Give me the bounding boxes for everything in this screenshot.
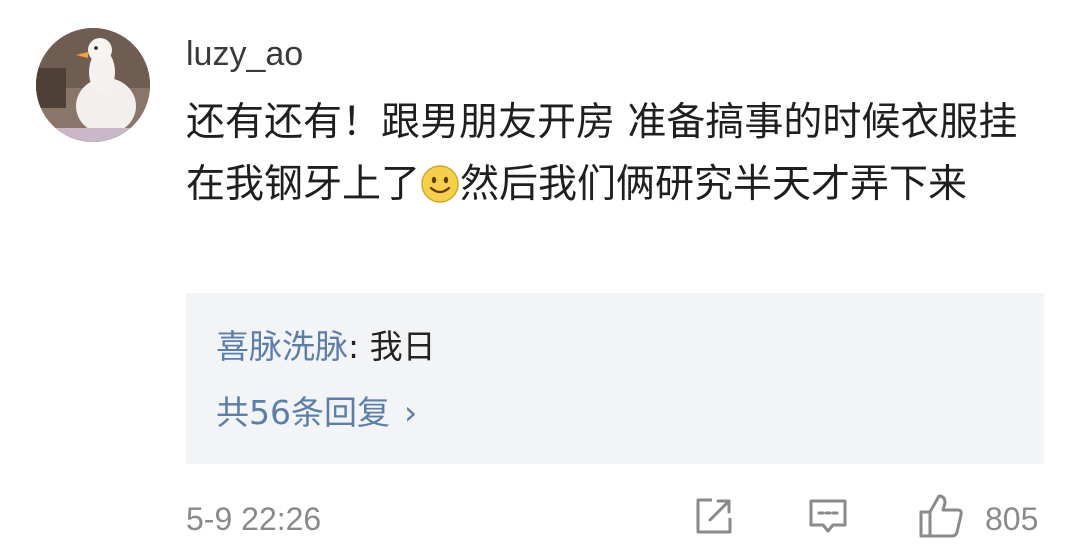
share-icon (696, 498, 732, 534)
comment-text-part2: 然后我们俩研究半天才弄下来 (460, 162, 968, 207)
reply-separator: : (348, 327, 370, 366)
comment-timestamp: 5-9 22:26 (186, 501, 322, 537)
like-count: 805 (985, 501, 1039, 537)
reply-text: 我日 (369, 327, 436, 366)
comment-username[interactable]: luzy_ao (186, 30, 303, 78)
reply-preview-box[interactable]: 喜脉洗脉: 我日 共56条回复 › (186, 293, 1044, 464)
share-button[interactable] (692, 494, 736, 542)
like-button[interactable] (917, 492, 965, 544)
reply-count-label: 共56条回复 (216, 393, 390, 432)
chevron-right-icon: › (404, 393, 418, 432)
view-all-replies-link[interactable]: 共56条回复 › (216, 391, 417, 435)
avatar[interactable] (36, 28, 150, 142)
comment-button[interactable] (806, 494, 850, 542)
duck-avatar-image (36, 28, 150, 142)
reply-author-link[interactable]: 喜脉洗脉 (216, 327, 348, 366)
smile-emoji-icon (420, 161, 460, 203)
comment-text: 还有还有！跟男朋友开房 准备搞事的时候衣服挂在我钢牙上了 然后我们俩研究半天才弄… (186, 92, 1046, 216)
comment-icon (809, 499, 847, 533)
thumbs-up-icon (919, 494, 963, 538)
top-reply: 喜脉洗脉: 我日 (216, 325, 436, 369)
